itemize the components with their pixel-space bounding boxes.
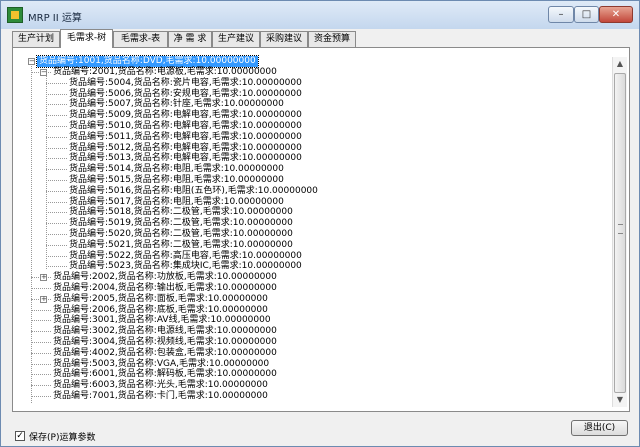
tree-guide-level1 [31,63,32,403]
app-icon [7,7,23,23]
tree-node-component[interactable]: 货品编号:5023,货品名称:集成块IC,毛需求:10.00000000 [69,261,302,272]
tree-node-component[interactable]: 货品编号:5007,货品名称:针座,毛需求:10.00000000 [69,99,284,110]
title-bar[interactable]: MRP II 运算 – □ ✕ [1,1,639,29]
tree-connector [46,94,67,95]
tree-connector [46,83,67,84]
tree-connector [46,158,67,159]
tree-node-assembly[interactable]: 货品编号:2005,货品名称:面板,毛需求:10.00000000 [53,294,268,305]
tree-node-component[interactable]: 货品编号:5021,货品名称:二极管,毛需求:10.00000000 [69,240,293,251]
tree-connector [46,126,67,127]
tab-production-plan[interactable]: 生产计划 [12,31,60,47]
scroll-up-icon[interactable]: ▲ [613,57,627,71]
tree-connector [46,104,67,105]
checkmark-icon: ✓ [16,431,24,441]
tree-connector [31,331,51,332]
tab-gross-requirement-tree[interactable]: 毛需求-树 [60,29,113,48]
tree-connector [46,180,67,181]
tab-purchase-suggestion[interactable]: 采购建议 [260,31,308,47]
tab-production-suggestion[interactable]: 生产建议 [212,31,260,47]
scroll-down-icon[interactable]: ▼ [613,393,627,407]
tree-connector [31,342,51,343]
tab-gross-requirement-table[interactable]: 毛需求-表 [113,31,168,47]
tree-node-component[interactable]: 货品编号:5014,货品名称:电阻,毛需求:10.00000000 [69,164,284,175]
tree-node-component[interactable]: 货品编号:5009,货品名称:电解电容,毛需求:10.00000000 [69,110,302,121]
mrp-window: MRP II 运算 – □ ✕ 生产计划 毛需求-树 毛需求-表 净 需 求 生… [0,0,640,447]
tree-connector [31,320,51,321]
exit-button[interactable]: 退出(C) [571,420,628,436]
tree-node-assembly[interactable]: 货品编号:6001,货品名称:解码板,毛需求:10.00000000 [53,369,277,380]
save-params-label: 保存(P)运算参数 [29,433,96,443]
tree-connector [46,234,67,235]
tree-scrollbar[interactable]: ▲ ▼ [612,57,627,407]
tree-node-assembly[interactable]: 货品编号:3001,货品名称:AV线,毛需求:10.00000000 [53,315,271,326]
minimize-button[interactable]: – [548,6,574,23]
tree-node-assembly[interactable]: 货品编号:2002,货品名称:功放板,毛需求:10.00000000 [53,272,277,283]
tree-node-component[interactable]: 货品编号:5018,货品名称:二极管,毛需求:10.00000000 [69,207,293,218]
maximize-button[interactable]: □ [574,6,599,23]
tree-connector [31,310,51,311]
tree-connector [46,202,67,203]
collapse-root-icon[interactable]: − [28,58,35,65]
tree-node-assembly[interactable]: 货品编号:7001,货品名称:卡门,毛需求:10.00000000 [53,391,268,402]
tree-node-component[interactable]: 货品编号:5016,货品名称:电阻(五色环),毛需求:10.00000000 [69,186,318,197]
tree-connector [46,256,67,257]
tree-connector [46,191,67,192]
tree-connector [46,169,67,170]
tree-connector [46,137,67,138]
tree-connector [31,374,51,375]
bom-tree[interactable]: − 货品编号:1001,货品名称:DVD,毛需求:10.00000000 货品编… [19,55,613,405]
close-button[interactable]: ✕ [599,6,633,23]
tree-node-component[interactable]: 货品编号:5004,货品名称:瓷片电容,毛需求:10.00000000 [69,78,302,89]
tree-connector [31,353,51,354]
window-title: MRP II 运算 [28,13,82,24]
tree-node-assembly[interactable]: 货品编号:3002,货品名称:电源线,毛需求:10.00000000 [53,326,277,337]
tree-connector [46,266,67,267]
tree-connector [46,148,67,149]
tree-node-assembly[interactable]: 货品编号:3004,货品名称:视频线,毛需求:10.00000000 [53,337,277,348]
tree-connector [46,115,67,116]
tree-root-node[interactable]: 货品编号:1001,货品名称:DVD,毛需求:10.00000000 [36,55,259,68]
tree-connector [31,385,51,386]
tree-node-component[interactable]: 货品编号:5020,货品名称:二极管,毛需求:10.00000000 [69,229,293,240]
scroll-thumb[interactable] [614,73,626,393]
collapse-icon[interactable]: − [40,69,47,76]
tab-fund-budget[interactable]: 资金预算 [308,31,356,47]
tree-node-assembly[interactable]: 货品编号:6003,货品名称:光头,毛需求:10.00000000 [53,380,268,391]
tab-net-requirement[interactable]: 净 需 求 [168,31,212,47]
tree-node-component[interactable]: 货品编号:5013,货品名称:电解电容,毛需求:10.00000000 [69,153,302,164]
tree-node-component[interactable]: 货品编号:5015,货品名称:电阻,毛需求:10.00000000 [69,175,284,186]
expand-icon[interactable]: + [40,296,47,303]
expand-icon[interactable]: + [40,274,47,281]
tree-connector [46,212,67,213]
tree-node-assembly[interactable]: 货品编号:4002,货品名称:包装盒,毛需求:10.00000000 [53,348,277,359]
tree-node-assembly[interactable]: 货品编号:2001,货品名称:电源板,毛需求:10.00000000 [53,67,277,78]
tree-connector [31,288,51,289]
tree-node-component[interactable]: 货品编号:5011,货品名称:电解电容,毛需求:10.00000000 [69,132,302,143]
tree-connector [46,245,67,246]
tree-connector [31,396,51,397]
tree-connector [31,364,51,365]
tree-node-component[interactable]: 货品编号:5019,货品名称:二极管,毛需求:10.00000000 [69,218,293,229]
tree-node-assembly[interactable]: 货品编号:2004,货品名称:输出板,毛需求:10.00000000 [53,283,277,294]
tree-node-component[interactable]: 货品编号:5010,货品名称:电解电容,毛需求:10.00000000 [69,121,302,132]
save-params-checkbox[interactable]: ✓ [15,431,25,441]
tree-connector [46,223,67,224]
